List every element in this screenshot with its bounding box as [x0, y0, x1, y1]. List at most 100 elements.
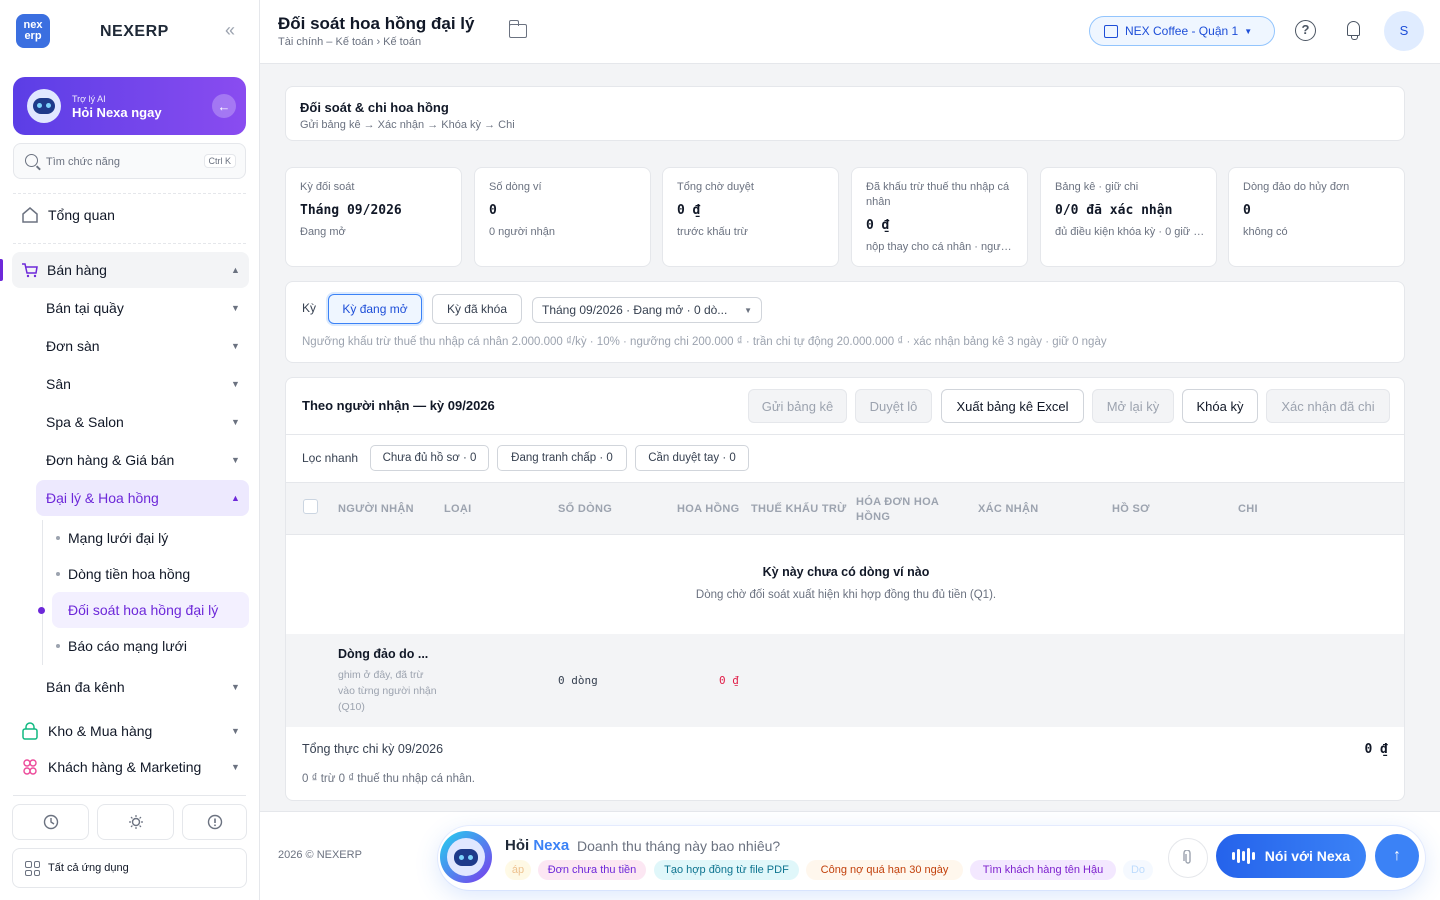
bullet-icon — [56, 536, 60, 540]
talk-label: Nói với Nexa — [1264, 848, 1351, 864]
nav-multichannel[interactable]: Bán đa kênh ▼ — [36, 671, 249, 703]
sun-icon — [128, 815, 143, 829]
suggestion-chip[interactable]: Công nợ quá hạn 30 ngày — [806, 860, 963, 880]
open-period-tab[interactable]: Kỳ đang mở — [328, 294, 422, 324]
chevron-down-icon: ▼ — [231, 341, 240, 351]
ai-assistant-card[interactable]: Trợ lý AI Hỏi Nexa ngay ← — [13, 77, 246, 135]
nav-warehouse[interactable]: Kho & Mua hàng ▼ — [0, 715, 249, 747]
user-avatar[interactable]: S — [1384, 11, 1424, 51]
filter-missing-docs[interactable]: Chưa đủ hồ sơ · 0 — [370, 445, 489, 471]
history-button[interactable] — [12, 804, 89, 840]
all-apps-button[interactable]: Tất cả ứng dụng — [12, 848, 247, 888]
suggestion-chip[interactable]: Đơn chưa thu tiền — [538, 860, 646, 880]
feature-search[interactable]: Ctrl K — [13, 143, 246, 179]
flow-card: Đối soát & chi hoa hồng Gửi bảng kê → Xá… — [285, 86, 1405, 141]
nav-sales-item-agents[interactable]: Đại lý & Hoa hồng ▲ — [36, 480, 249, 516]
nav-crm[interactable]: Khách hàng & Marketing ▼ — [0, 751, 249, 783]
suggestion-chip[interactable]: Tạo hợp đồng từ file PDF — [654, 860, 799, 880]
stat-card: Số dòng ví 0 0 người nhận — [474, 167, 651, 267]
theme-button[interactable] — [97, 804, 174, 840]
collapse-sidebar-icon[interactable]: « — [225, 20, 235, 41]
nav-item-label: Đại lý & Hoa hồng — [46, 490, 159, 506]
talk-to-nexa-button[interactable]: Nói với Nexa — [1216, 834, 1366, 878]
suggestion-chip[interactable]: Tìm khách hàng tên Hậu — [970, 860, 1116, 880]
nav-network-report[interactable]: Báo cáo mạng lưới — [52, 630, 249, 662]
nav-sub-label: Mạng lưới đại lý — [68, 530, 169, 546]
apps-grid-icon — [25, 861, 40, 876]
table-header: NGƯỜI NHẬN LOẠI SỐ DÒNG HOA HỒNG THUẾ KH… — [286, 482, 1404, 535]
suggestion-strip: áp Đơn chưa thu tiền Tạo hợp đồng từ fil… — [505, 826, 1153, 890]
arrow-up-icon: ↑ — [1393, 847, 1401, 864]
locked-period-tab[interactable]: Kỳ đã khóa — [432, 294, 522, 324]
stat-value: 0/0 đã xác nhận — [1055, 203, 1173, 218]
footer: 2026 © NEXERP Hỏi Nexa Doanh thu tháng n… — [260, 811, 1440, 900]
search-input[interactable] — [46, 152, 196, 172]
store-icon — [1104, 24, 1118, 38]
empty-state-desc: Dòng chờ đối soát xuất hiện khi hợp đồng… — [695, 589, 997, 601]
export-excel-button[interactable]: Xuất bảng kê Excel — [941, 389, 1084, 423]
total-note: 0 ₫ trừ 0 ₫ thuế thu nhập cá nhân. — [302, 773, 475, 785]
nav-commission-reconcile[interactable]: Đối soát hoa hồng đại lý — [52, 592, 249, 628]
nav-sales[interactable]: Bán hàng ▲ — [12, 252, 249, 288]
period-select[interactable]: Tháng 09/2026 · Đang mở · 0 dò... ▼ — [532, 297, 762, 323]
stat-sub: đủ điều kiện khóa kỳ · 0 giữ chi — [1055, 226, 1205, 238]
nexerp-logo[interactable]: nex erp — [16, 14, 50, 48]
stat-card: Dòng đảo do hủy đơn 0 không có — [1228, 167, 1405, 267]
stat-sub: trước khấu trừ — [677, 226, 748, 238]
empty-state-title: Kỳ này chưa có dòng ví nào — [762, 565, 930, 579]
stat-value: 0 — [1243, 203, 1251, 218]
nexa-assistant-bar: Hỏi Nexa Doanh thu tháng này bao nhiêu? … — [438, 826, 1425, 890]
bell-icon[interactable] — [1345, 20, 1363, 40]
nav-agent-network[interactable]: Mạng lưới đại lý — [52, 522, 249, 554]
nav-item-label: Sân — [46, 376, 71, 392]
stat-card: Đã khấu trừ thuế thu nhập cá nhân 0 ₫ nộ… — [851, 167, 1028, 267]
approve-batch-button[interactable]: Duyệt lô — [855, 389, 932, 423]
breadcrumb[interactable]: Tài chính – Kế toán › Kế toán — [278, 36, 421, 48]
confirm-paid-button[interactable]: Xác nhận đã chi — [1266, 389, 1390, 423]
nav-overview[interactable]: Tổng quan — [0, 200, 260, 230]
nexa-avatar[interactable] — [440, 831, 492, 883]
robot-icon — [27, 89, 61, 123]
nav-sub-label: Dòng tiền hoa hồng — [68, 566, 191, 582]
nav-crm-label: Khách hàng & Marketing — [48, 759, 202, 775]
quick-filter-label: Lọc nhanh — [302, 451, 359, 465]
chevron-up-icon: ▲ — [231, 493, 240, 503]
nav-commission-flow[interactable]: Dòng tiền hoa hồng — [52, 558, 249, 590]
nav-item-label: Đơn sàn — [46, 338, 100, 354]
nav-sales-item-orders[interactable]: Đơn hàng & Giá bán ▼ — [36, 444, 249, 476]
send-button[interactable]: ↑ — [1375, 834, 1419, 878]
select-all-checkbox[interactable] — [303, 499, 318, 514]
lock-period-button[interactable]: Khóa kỳ — [1182, 389, 1258, 423]
store-selector[interactable]: NEX Coffee - Quận 1 ▼ — [1089, 16, 1275, 46]
filter-disputed[interactable]: Đang tranh chấp · 0 — [497, 445, 627, 471]
arrow-left-icon[interactable]: ← — [212, 94, 236, 118]
home-icon — [22, 207, 38, 223]
folder-icon[interactable] — [508, 20, 527, 38]
reversal-amount: 0 ₫ — [719, 674, 739, 687]
suggestion-chip[interactable]: Do — [1123, 860, 1153, 880]
reopen-period-button[interactable]: Mở lại kỳ — [1092, 389, 1174, 423]
table-title: Theo người nhận — kỳ 09/2026 — [302, 398, 495, 413]
send-statement-button[interactable]: Gửi bảng kê — [748, 389, 847, 423]
chevron-down-icon: ▼ — [744, 305, 752, 315]
divider — [13, 795, 246, 796]
nav-overview-label: Tổng quan — [48, 207, 115, 223]
page-title: Đối soát hoa hồng đại lý — [278, 14, 475, 33]
period-label: Kỳ — [302, 301, 317, 315]
topbar: Đối soát hoa hồng đại lý Tài chính – Kế … — [260, 0, 1440, 64]
period-card: Kỳ Kỳ đang mở Kỳ đã khóa Tháng 09/2026 ·… — [285, 281, 1405, 363]
stat-label: Dòng đảo do hủy đơn — [1243, 181, 1350, 193]
nav-sales-item-marketplace[interactable]: Đơn sàn ▼ — [36, 330, 249, 362]
alert-button[interactable] — [182, 804, 247, 840]
nav-sales-item-pos[interactable]: Bán tại quầy ▼ — [36, 292, 249, 324]
nav-sales-item-spa[interactable]: Spa & Salon ▼ — [36, 406, 249, 438]
stat-card: Kỳ đối soát Tháng 09/2026 Đang mở — [285, 167, 462, 267]
attach-button[interactable] — [1168, 838, 1208, 878]
stat-label: Tổng chờ duyệt — [677, 181, 754, 193]
nav-sales-item-court[interactable]: Sân ▼ — [36, 368, 249, 400]
help-icon[interactable]: ? — [1295, 20, 1316, 41]
suggestion-chip[interactable]: áp — [505, 860, 531, 880]
active-dot-icon — [38, 607, 45, 614]
chevron-down-icon: ▼ — [231, 682, 240, 692]
filter-manual-review[interactable]: Cần duyệt tay · 0 — [635, 445, 749, 471]
